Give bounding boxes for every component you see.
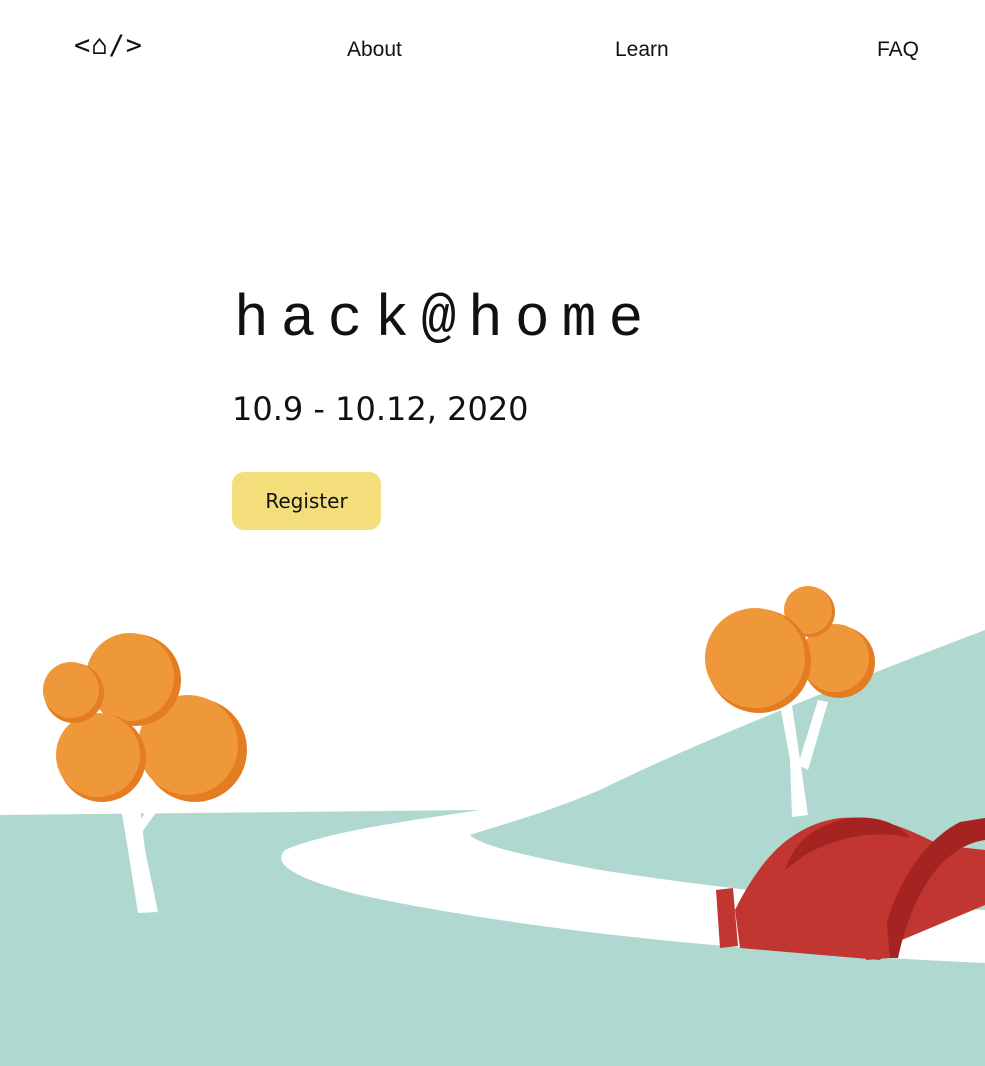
home-logo-icon[interactable]: <⌂/> xyxy=(74,30,143,61)
tent xyxy=(716,817,985,960)
ground xyxy=(0,810,985,1066)
nav-link-faq[interactable]: FAQ xyxy=(877,38,919,62)
page-title: hack@home xyxy=(234,288,656,353)
top-nav: <⌂/> About Learn FAQ xyxy=(0,0,985,100)
hill xyxy=(470,630,985,910)
event-dates: 10.9 - 10.12, 2020 xyxy=(232,390,529,428)
register-button[interactable]: Register xyxy=(232,472,381,530)
landscape-illustration xyxy=(0,586,985,1066)
right-tree-trunk xyxy=(780,705,808,817)
nav-link-learn[interactable]: Learn xyxy=(615,38,669,62)
left-tree-trunk xyxy=(118,790,158,913)
left-tree-foliage xyxy=(43,633,247,802)
nav-link-about[interactable]: About xyxy=(347,38,402,62)
right-tree-foliage xyxy=(705,586,875,713)
